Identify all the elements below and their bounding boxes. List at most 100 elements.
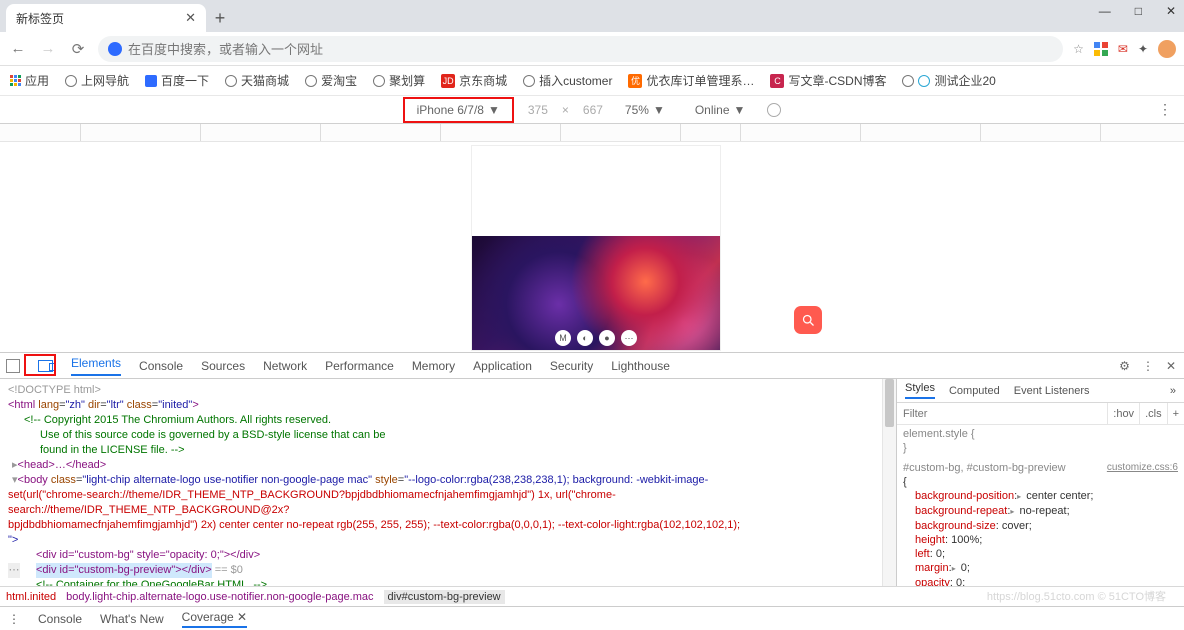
reload-button[interactable]: ⟳ bbox=[68, 40, 88, 58]
css-source-link[interactable]: customize.css:6 bbox=[1107, 461, 1178, 475]
drawer-whatsnew[interactable]: What's New bbox=[100, 612, 164, 626]
cls-toggle[interactable]: .cls bbox=[1139, 403, 1167, 424]
device-viewport: M ◐ ● ⋯ bbox=[0, 142, 1184, 366]
device-select-highlight: iPhone 6/7/8 ▼ bbox=[403, 97, 514, 123]
bookmark-item[interactable]: 聚划算 bbox=[373, 72, 425, 89]
close-devtools-icon[interactable]: ✕ bbox=[1166, 359, 1176, 373]
bookmark-star-icon[interactable]: ☆ bbox=[1073, 42, 1084, 56]
dock-icon[interactable]: ◐ bbox=[577, 330, 593, 346]
apps-icon bbox=[10, 75, 21, 86]
tab-security[interactable]: Security bbox=[550, 359, 593, 373]
tab-computed[interactable]: Computed bbox=[949, 385, 1000, 397]
bookmark-item[interactable]: JD京东商城 bbox=[441, 72, 507, 89]
bookmark-item[interactable]: 上网导航 bbox=[65, 72, 129, 89]
dock-icon[interactable]: M bbox=[555, 330, 571, 346]
chevron-down-icon: ▼ bbox=[488, 103, 500, 117]
tab-strip: 新标签页 ✕ + bbox=[0, 0, 1184, 32]
dims-x: × bbox=[562, 103, 569, 117]
drawer-console[interactable]: Console bbox=[38, 612, 82, 626]
zoom-select[interactable]: 75% ▼ bbox=[617, 100, 673, 120]
extensions-icon[interactable]: ✦ bbox=[1138, 42, 1148, 56]
more-tabs-icon[interactable]: » bbox=[1170, 385, 1176, 397]
forward-button[interactable]: → bbox=[38, 40, 58, 57]
device-width[interactable]: 375 bbox=[528, 103, 548, 117]
chevron-down-icon: ▼ bbox=[653, 103, 665, 117]
tab-lighthouse[interactable]: Lighthouse bbox=[611, 359, 670, 373]
drawer-coverage[interactable]: Coverage ✕ bbox=[182, 610, 247, 628]
scrollbar[interactable] bbox=[882, 379, 896, 586]
globe-icon bbox=[305, 75, 317, 87]
tab-memory[interactable]: Memory bbox=[412, 359, 455, 373]
kebab-icon[interactable]: ⋮ bbox=[1158, 101, 1172, 118]
globe-icon bbox=[902, 75, 914, 87]
globe-icon bbox=[225, 75, 237, 87]
address-bar: ← → ⟳ 在百度中搜索，或者输入一个网址 ☆ ✉ ✦ bbox=[0, 32, 1184, 66]
site-icon bbox=[108, 42, 122, 56]
tab-console[interactable]: Console bbox=[139, 359, 183, 373]
breadcrumb-item[interactable]: div#custom-bg-preview bbox=[384, 590, 505, 604]
bookmark-item[interactable]: 插入customer bbox=[523, 72, 612, 89]
styles-panel: Styles Computed Event Listeners » :hov .… bbox=[896, 379, 1184, 586]
dock-icon[interactable]: ● bbox=[599, 330, 615, 346]
globe-icon bbox=[65, 75, 77, 87]
close-window-button[interactable]: ✕ bbox=[1166, 4, 1176, 18]
bookmark-item[interactable]: 优优衣库订单管理系… bbox=[628, 72, 754, 89]
profile-avatar[interactable] bbox=[1158, 40, 1176, 58]
devtools-tabs: Elements Console Sources Network Perform… bbox=[0, 353, 1184, 379]
jd-icon: JD bbox=[441, 74, 455, 88]
bookmark-item[interactable]: 百度一下 bbox=[145, 72, 209, 89]
inspect-icon[interactable] bbox=[6, 359, 20, 373]
omnibox[interactable]: 在百度中搜索，或者输入一个网址 bbox=[98, 36, 1063, 62]
search-fab[interactable] bbox=[794, 306, 822, 334]
shortcut-dock: M ◐ ● ⋯ bbox=[555, 330, 637, 346]
magnifier-icon bbox=[801, 313, 816, 328]
maximize-button[interactable]: □ bbox=[1135, 4, 1142, 18]
tab-performance[interactable]: Performance bbox=[325, 359, 394, 373]
back-button[interactable]: ← bbox=[8, 40, 28, 57]
css-rules[interactable]: element.style { } customize.css:6#custom… bbox=[897, 425, 1184, 586]
watermark: https://blog.51cto.com © 51CTO博客 bbox=[987, 588, 1166, 604]
close-tab-icon[interactable]: ✕ bbox=[185, 10, 196, 26]
breadcrumb-item[interactable]: html.inited bbox=[6, 591, 56, 603]
styles-tabs: Styles Computed Event Listeners » bbox=[897, 379, 1184, 403]
page-background: M ◐ ● ⋯ bbox=[472, 236, 720, 350]
new-tab-button[interactable]: + bbox=[206, 4, 234, 32]
dock-icon[interactable]: ⋯ bbox=[621, 330, 637, 346]
device-frame[interactable]: M ◐ ● ⋯ bbox=[472, 146, 720, 350]
breadcrumb-item[interactable]: body.light-chip.alternate-logo.use-notif… bbox=[66, 591, 373, 603]
tab-sources[interactable]: Sources bbox=[201, 359, 245, 373]
csdn-icon: C bbox=[770, 74, 784, 88]
elements-panel[interactable]: <!DOCTYPE html> <html lang="zh" dir="ltr… bbox=[0, 379, 896, 586]
device-toolbar: iPhone 6/7/8 ▼ 375 × 667 75% ▼ Online ▼ … bbox=[0, 96, 1184, 124]
bookmark-item[interactable]: 天猫商城 bbox=[225, 72, 289, 89]
new-rule-button[interactable]: + bbox=[1167, 403, 1184, 424]
devtools-drawer: ⋮ Console What's New Coverage ✕ bbox=[0, 606, 1184, 630]
globe-icon bbox=[523, 75, 535, 87]
devtools-body: <!DOCTYPE html> <html lang="zh" dir="ltr… bbox=[0, 379, 1184, 586]
tab-elements[interactable]: Elements bbox=[71, 356, 121, 376]
bookmark-item[interactable]: C写文章-CSDN博客 bbox=[770, 72, 886, 89]
extension-icons: ☆ ✉ ✦ bbox=[1073, 40, 1176, 58]
rotate-icon[interactable] bbox=[767, 103, 781, 117]
browser-tab[interactable]: 新标签页 ✕ bbox=[6, 4, 206, 32]
tab-application[interactable]: Application bbox=[473, 359, 532, 373]
gmail-icon[interactable]: ✉ bbox=[1118, 42, 1128, 56]
minimize-button[interactable]: — bbox=[1099, 4, 1111, 18]
throttle-select[interactable]: Online ▼ bbox=[687, 100, 754, 120]
kebab-icon[interactable]: ⋮ bbox=[1142, 359, 1154, 373]
baidu-icon bbox=[145, 75, 157, 87]
hov-toggle[interactable]: :hov bbox=[1107, 403, 1139, 424]
tab-title: 新标签页 bbox=[16, 10, 64, 27]
google-apps-icon[interactable] bbox=[1094, 42, 1108, 56]
styles-filter-input[interactable] bbox=[897, 408, 1107, 420]
settings-gear-icon[interactable]: ⚙ bbox=[1119, 359, 1130, 373]
device-height[interactable]: 667 bbox=[583, 103, 603, 117]
tab-network[interactable]: Network bbox=[263, 359, 307, 373]
device-select[interactable]: iPhone 6/7/8 ▼ bbox=[409, 100, 508, 120]
bookmark-item[interactable]: 测试企业20 bbox=[902, 72, 995, 89]
apps-shortcut[interactable]: 应用 bbox=[10, 72, 49, 89]
kebab-icon[interactable]: ⋮ bbox=[8, 612, 20, 626]
tab-styles[interactable]: Styles bbox=[905, 382, 935, 399]
tab-event-listeners[interactable]: Event Listeners bbox=[1014, 385, 1090, 397]
bookmark-item[interactable]: 爱淘宝 bbox=[305, 72, 357, 89]
